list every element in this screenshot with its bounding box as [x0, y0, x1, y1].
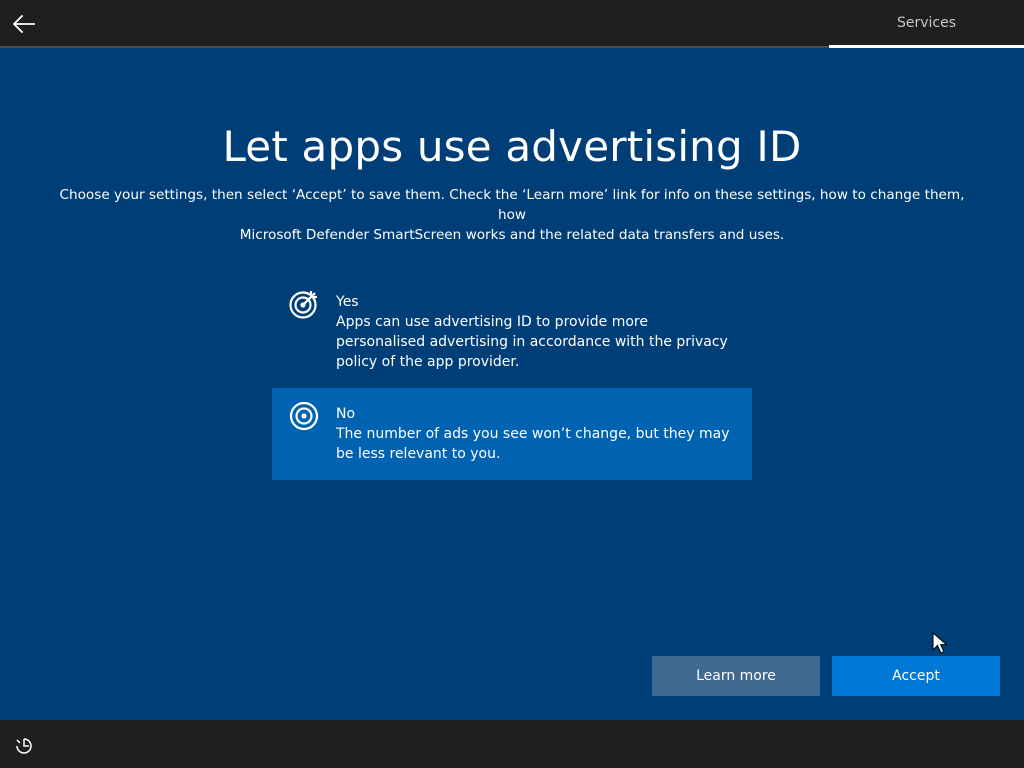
subtitle-line-1: Choose your settings, then select ‘Accep…	[59, 187, 965, 223]
learn-more-button[interactable]: Learn more	[652, 656, 820, 696]
tab-services[interactable]: Services	[829, 0, 1024, 46]
ease-of-access-button[interactable]	[12, 734, 36, 758]
subtitle-line-2: Microsoft Defender SmartScreen works and…	[239, 227, 785, 243]
mouse-pointer-icon	[932, 632, 948, 654]
bottom-bar	[0, 720, 1024, 768]
option-yes-description: Apps can use advertising ID to provide m…	[336, 314, 728, 370]
option-no-title: No	[336, 406, 356, 422]
ease-of-access-icon	[16, 738, 32, 754]
tab-active-underline	[829, 45, 1024, 48]
target-icon	[289, 401, 319, 431]
accept-button[interactable]: Accept	[832, 656, 1000, 696]
target-with-arrow-icon	[289, 291, 317, 319]
page-title: Let apps use advertising ID	[222, 122, 802, 171]
back-button[interactable]	[10, 10, 38, 38]
tab-services-label: Services	[896, 15, 957, 31]
option-no-description: The number of ads you see won’t change, …	[336, 426, 730, 462]
option-yes-title: Yes	[336, 294, 359, 310]
option-yes[interactable]: Yes Apps can use advertising ID to provi…	[272, 280, 752, 384]
page-subtitle: Choose your settings, then select ‘Accep…	[52, 185, 972, 245]
back-arrow-icon	[13, 15, 35, 33]
option-no[interactable]: No The number of ads you see won’t chang…	[272, 388, 752, 480]
